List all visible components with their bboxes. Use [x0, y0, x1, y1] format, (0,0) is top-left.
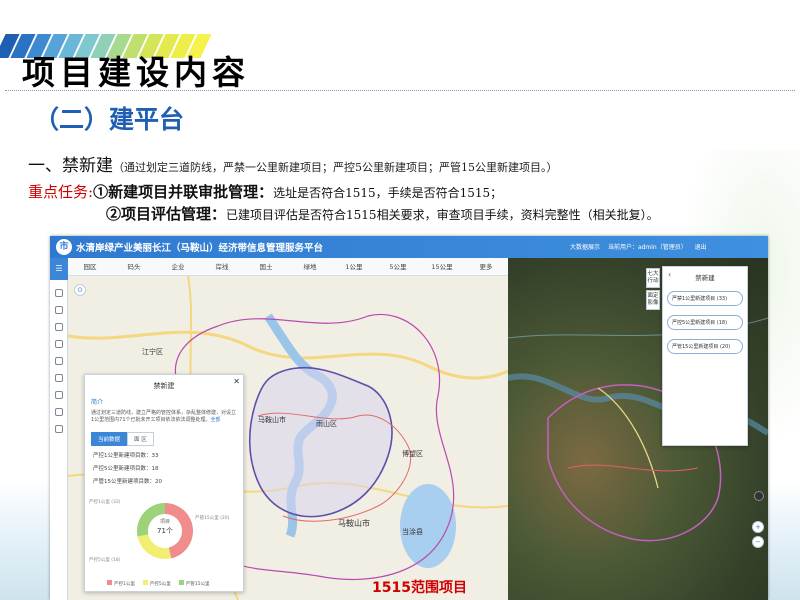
task-line-2: ②项目评估管理：已建项目评估是否符合1515相关要求，审查项目手续，资料完整性（… [106, 203, 659, 224]
popup-title: 禁新建 [153, 382, 175, 390]
tab-9[interactable]: 更多 [464, 258, 508, 275]
title-divider [5, 90, 795, 91]
menu-icon[interactable]: ☰ [50, 258, 68, 280]
map-label-yushan: 雨山区 [316, 419, 337, 428]
zoom-in-icon[interactable]: + [752, 521, 764, 533]
stat-5km: 严控5公里新建项目数：18 [93, 466, 159, 472]
legend-swatch-2 [178, 580, 184, 585]
popup-tabs: 当前数据 面 区 [91, 432, 243, 446]
donut-label-15km: 严管15公里 (20) [195, 516, 230, 521]
header-right: 大数据展示 当前用户：admin（管理员） 退出 [570, 242, 713, 251]
image-icon[interactable] [54, 357, 63, 365]
donut-label-5km: 严控5公里 (18) [89, 558, 121, 563]
ban-new-construction-panel: ‹ 禁新建 严禁1公里新建项目 (33) 严控5公里新建项目 (18) 严管15… [662, 266, 748, 446]
task-line-1: 重点任务:①新建项目并联审批管理：选址是否符合1515，手续是否符合1515； [28, 181, 502, 202]
tab-1[interactable]: 码头 [112, 258, 156, 275]
donut-legend: 严控1公里 严控5公里 严管15公里 [107, 580, 217, 587]
settings-icon[interactable] [54, 425, 63, 433]
tab-3[interactable]: 岸线 [200, 258, 244, 275]
tab-8[interactable]: 15公里 [420, 258, 464, 275]
close-icon[interactable]: ✕ [233, 377, 240, 386]
bigdata-link[interactable]: 大数据展示 [570, 244, 600, 251]
legend-item-2: 严管15公里 [178, 580, 210, 587]
map-layer-tabs: 园区 码头 企业 岸线 国土 绿地 1公里 5公里 15公里 更多 [68, 258, 508, 276]
chevron-left-icon[interactable]: ‹ [668, 270, 671, 279]
task2-number: ② [106, 205, 122, 223]
section-heading: 一、禁新建（通过划定三道防线，严禁一公里新建项目；严控5公里新建项目；严管15公… [28, 151, 558, 176]
panel-item-5km[interactable]: 严控5公里新建项目 (18) [667, 315, 743, 330]
section-note: （通过划定三道防线，严禁一公里新建项目；严控5公里新建项目；严管15公里新建项目… [113, 161, 558, 174]
map-label-jiangning: 江宁区 [142, 347, 163, 356]
panel-item-1km[interactable]: 严禁1公里新建项目 (33) [667, 291, 743, 306]
right-vertical-tabs: 七大行动 面定影像 [646, 268, 660, 312]
popup-section: 简介 [91, 399, 104, 406]
left-toolbar: ☰ [50, 258, 68, 600]
chart-icon[interactable] [54, 340, 63, 348]
legend-item-0: 严控1公里 [107, 580, 135, 587]
tab-7[interactable]: 5公里 [376, 258, 420, 275]
popup-description: 通过划定三道防线，建立严格的管控体系，杂乱整体修建，对设立1公里范围内71个已批… [91, 410, 237, 424]
app-logo-icon: 市 [56, 239, 72, 255]
zoom-out-icon[interactable]: − [752, 536, 764, 548]
screenshot-caption: 1515范围项目 [372, 580, 467, 596]
home-icon[interactable] [54, 306, 63, 314]
stat-15km: 严管15公里新建项目数：20 [93, 479, 162, 485]
layer-icon[interactable] [54, 289, 63, 297]
legend-item-1: 严控5公里 [142, 580, 171, 587]
panel-title: 禁新建 [695, 274, 715, 282]
current-user: 当前用户：admin（管理员） [607, 244, 687, 251]
vtab-imagery[interactable]: 面定影像 [646, 290, 660, 310]
legend-label-2: 严管15公里 [185, 582, 210, 587]
popup-tab-current[interactable]: 当前数据 [91, 432, 128, 446]
map-locate-icon[interactable]: ⊙ [74, 284, 86, 296]
donut-center-label: 项目 [159, 519, 170, 525]
legend-swatch-1 [142, 580, 148, 585]
task1-title: 新建项目并联审批管理： [108, 183, 274, 201]
legend-label-0: 严控1公里 [114, 582, 135, 587]
slide-subtitle: （二）建平台 [34, 105, 185, 134]
tab-0[interactable]: 园区 [68, 258, 112, 275]
donut-label-1km: 严控1公里 (33) [89, 500, 121, 505]
task-label: 重点任务: [28, 183, 94, 201]
section-title: 一、禁新建 [28, 156, 113, 176]
gear-icon[interactable] [54, 374, 63, 382]
stat-1km: 严控1公里新建项目数：33 [93, 453, 159, 459]
task2-text: 已建项目评估是否符合1515相关要求，审查项目手续，资料完整性（相关批复）。 [226, 208, 659, 222]
compass-icon[interactable] [754, 491, 764, 501]
document-icon[interactable] [54, 323, 63, 331]
tab-2[interactable]: 企业 [156, 258, 200, 275]
donut-center-value: 71个 [157, 527, 173, 535]
ban-new-construction-popup: 禁新建 ✕ 简介 通过划定三道防线，建立严格的管控体系，杂乱整体修建，对设立1公… [84, 374, 244, 592]
app-header: 市 水清岸绿产业美丽长江（马鞍山）经济带信息管理服务平台 大数据展示 当前用户：… [50, 236, 768, 258]
legend-swatch-0 [107, 580, 112, 585]
tab-6[interactable]: 1公里 [332, 258, 376, 275]
task2-title: 项目评估管理： [121, 205, 227, 223]
task1-number: ① [93, 183, 109, 201]
popup-tab-other[interactable]: 面 区 [127, 432, 154, 446]
map-label-dangtu: 当涂县 [402, 527, 423, 536]
list-icon[interactable] [54, 408, 63, 416]
stats-icon[interactable] [54, 391, 63, 399]
task1-text: 选址是否符合1515，手续是否符合1515； [273, 186, 503, 200]
platform-screenshot: 市 水清岸绿产业美丽长江（马鞍山）经济带信息管理服务平台 大数据展示 当前用户：… [50, 236, 768, 600]
tab-5[interactable]: 绿地 [288, 258, 332, 275]
tab-4[interactable]: 国土 [244, 258, 288, 275]
panel-item-15km[interactable]: 严管15公里新建项目 (20) [667, 339, 743, 354]
map-label-maanshan-2: 马鞍山市 [258, 415, 286, 424]
app-title: 水清岸绿产业美丽长江（马鞍山）经济带信息管理服务平台 [76, 243, 324, 254]
legend-label-1: 严控5公里 [149, 582, 171, 587]
slide-title: 项目建设内容 [22, 53, 250, 92]
logout-link[interactable]: 退出 [695, 244, 707, 251]
map-label-bowang: 博望区 [402, 449, 423, 458]
vtab-seven-actions[interactable]: 七大行动 [646, 268, 660, 288]
map-label-maanshan: 马鞍山市 [338, 518, 370, 528]
donut-slice-1 [137, 534, 172, 559]
popup-more-link[interactable]: 全部 [211, 417, 221, 423]
